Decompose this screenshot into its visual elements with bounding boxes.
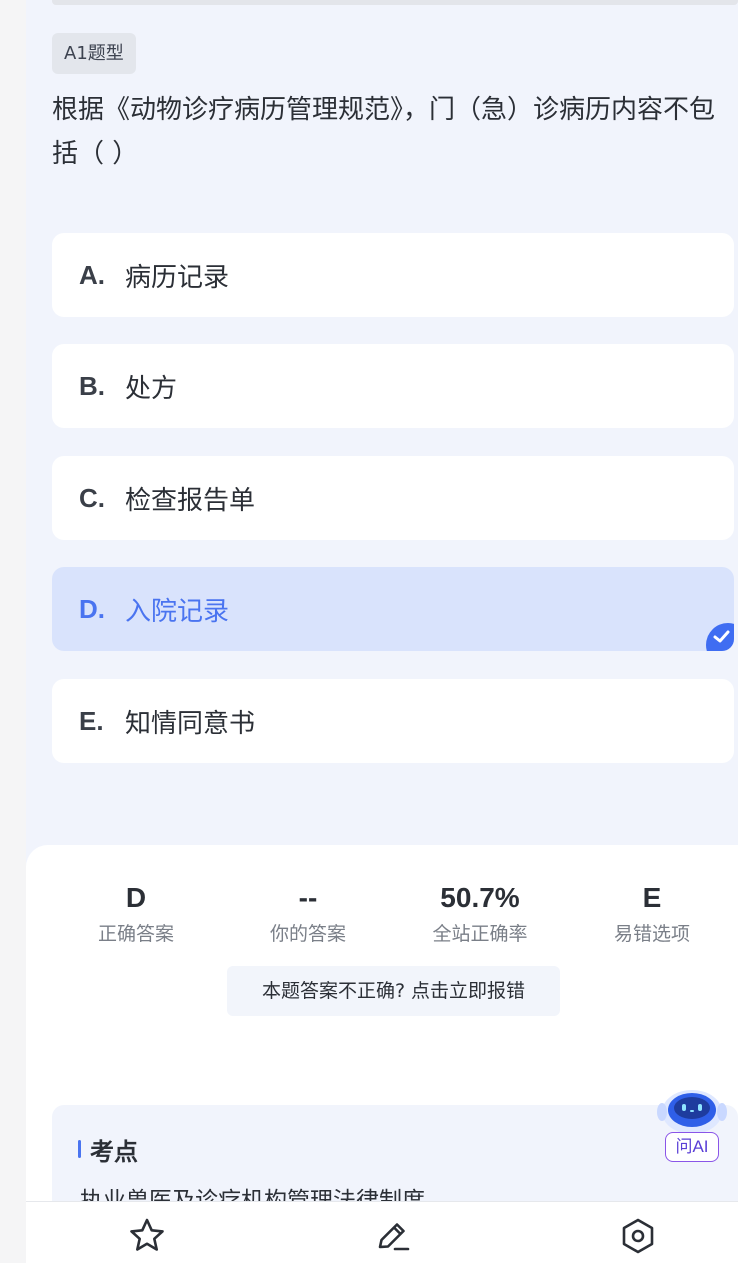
question-page: A1题型 根据《动物诊疗病历管理规范》，门（急）诊病历内容不包括（ ） A. 病… — [26, 0, 738, 1263]
edit-icon[interactable] — [372, 1216, 412, 1256]
option-b[interactable]: B. 处方 — [52, 344, 734, 428]
stat-correct-answer: D 正确答案 — [51, 881, 221, 946]
stat-value: 50.7% — [440, 882, 520, 913]
bottom-toolbar — [26, 1201, 738, 1263]
stat-label: 全站正确率 — [432, 923, 528, 945]
stat-error-prone-option: E 易错选项 — [567, 881, 737, 946]
question-text: 根据《动物诊疗病历管理规范》，门（急）诊病历内容不包括（ ） — [52, 95, 716, 169]
stat-label: 易错选项 — [613, 923, 690, 945]
option-text: 入院记录 — [125, 596, 230, 627]
left-edge-strip — [0, 0, 26, 1263]
question-type-badge: A1题型 — [52, 33, 136, 74]
stat-value: -- — [298, 882, 318, 913]
stat-your-answer: -- 你的答案 — [223, 881, 393, 946]
stat-value: E — [642, 882, 662, 913]
top-divider — [52, 0, 738, 5]
option-text: 病历记录 — [125, 262, 230, 293]
option-text: 处方 — [125, 373, 178, 404]
option-d[interactable]: D. 入院记录 — [52, 567, 734, 651]
option-c[interactable]: C. 检查报告单 — [52, 456, 734, 540]
knowledge-point-title: 考点 — [78, 1132, 138, 1167]
stat-label: 正确答案 — [97, 923, 174, 945]
stat-label: 你的答案 — [269, 923, 346, 945]
stat-value: D — [125, 882, 147, 913]
option-letter: A. — [79, 259, 105, 290]
option-text: 知情同意书 — [125, 708, 256, 739]
option-a[interactable]: A. 病历记录 — [52, 233, 734, 317]
settings-icon[interactable] — [618, 1216, 658, 1256]
option-letter: E. — [79, 705, 104, 736]
stat-accuracy-rate: 50.7% 全站正确率 — [395, 881, 565, 946]
answer-result-card: D 正确答案 -- 你的答案 50.7% 全站正确率 E 易错选项 本题答案不正… — [26, 845, 738, 1263]
option-letter: B. — [79, 370, 105, 401]
star-icon[interactable] — [127, 1216, 167, 1256]
option-letter: C. — [79, 482, 105, 513]
ask-ai-button[interactable]: 问AI — [654, 1086, 730, 1166]
option-text: 检查报告单 — [125, 485, 256, 516]
ask-ai-label: 问AI — [665, 1132, 719, 1162]
option-letter: D. — [79, 593, 105, 624]
correct-check-icon — [706, 623, 734, 651]
robot-icon — [657, 1090, 727, 1134]
report-error-button[interactable]: 本题答案不正确? 点击立即报错 — [227, 966, 560, 1016]
option-e[interactable]: E. 知情同意书 — [52, 679, 734, 763]
